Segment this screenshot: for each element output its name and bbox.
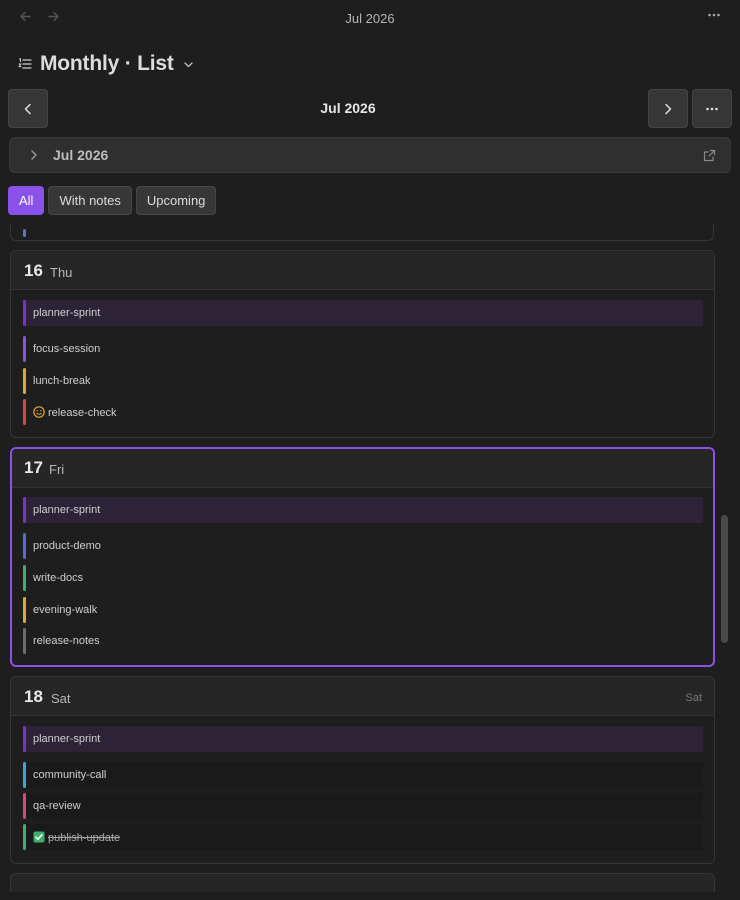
event-item[interactable]: qa-review [23,793,703,819]
event-item[interactable]: release-check [23,399,703,425]
next-period-button[interactable] [648,89,688,128]
day-name-right: Sat [685,692,702,704]
event-item[interactable]: community-call [23,762,703,788]
event-color-bar [23,336,26,362]
day-header[interactable]: 16 Thu [11,251,714,290]
event-item[interactable]: planner-sprint [23,300,703,326]
day-list[interactable]: 16 Thu planner-sprint focus-session lunc… [0,224,740,892]
event-item[interactable]: product-demo [23,533,703,559]
event-title: evening-walk [33,604,98,616]
event-color-bar [23,368,26,394]
event-title: planner-sprint [33,504,101,516]
day-number: 17 [24,458,43,477]
view-options-button[interactable] [692,89,732,128]
chevron-right-icon [665,103,672,114]
window-title: Jul 2026 [345,11,395,26]
event-title: planner-sprint [33,733,101,745]
more-horizontal-icon[interactable] [707,8,721,26]
event-title: qa-review [33,800,81,812]
chevron-down-icon[interactable] [183,59,194,70]
day-header[interactable]: 18 Sat Sat [11,677,714,716]
event-item[interactable]: write-docs [23,565,703,591]
day-card-previous [10,224,714,241]
prev-period-button[interactable] [8,89,48,128]
event-item[interactable]: focus-session [23,336,703,362]
list-ordered-icon [18,58,32,69]
event-color-bar [23,300,26,326]
day-card-next[interactable] [10,873,715,892]
event-color-bar [23,565,26,591]
filter-all-button[interactable]: All [8,186,45,215]
day-card[interactable]: 16 Thu planner-sprint focus-session lunc… [10,250,715,438]
day-card-selected[interactable]: 17 Fri planner-sprint product-demo write… [10,447,715,667]
scrollbar-thumb[interactable] [721,515,728,643]
month-label: Jul 2026 [53,147,109,163]
day-card[interactable]: 18 Sat Sat planner-sprint community-call… [10,676,715,864]
event-color-bar [23,762,26,788]
event-title: focus-session [33,343,101,355]
event-item[interactable]: release-notes [23,628,703,654]
event-color-bar [23,497,26,523]
event-color-bar [23,726,26,752]
view-header[interactable]: Monthly · List [18,50,194,78]
event-item[interactable]: planner-sprint [23,497,703,523]
event-item[interactable]: planner-sprint [23,726,703,752]
check-box-icon [33,831,45,843]
event-item[interactable]: publish-update [23,824,703,850]
external-link-icon[interactable] [703,149,716,162]
event-color-bar [23,628,26,654]
title-bar: Jul 2026 [0,0,740,36]
event-title: release-check [48,407,117,419]
event-color-bar [23,824,26,850]
day-number: 16 [24,261,43,280]
event-title: release-notes [33,635,100,647]
filter-bar: All With notes Upcoming [8,186,217,215]
event-title: publish-update [48,832,121,844]
day-name: Sat [51,691,71,706]
view-title: Monthly · List [40,52,174,75]
more-horizontal-icon [706,107,718,110]
filter-with-notes-button[interactable]: With notes [48,186,132,215]
event-item[interactable]: lunch-break [23,368,703,394]
event-color-bar [23,399,26,425]
month-group-header[interactable]: Jul 2026 [9,137,731,173]
event-title: planner-sprint [33,307,101,319]
event-color-bar [23,597,26,623]
day-header[interactable]: 17 Fri [12,449,713,488]
day-name: Thu [50,265,73,280]
filter-upcoming-button[interactable]: Upcoming [135,186,217,215]
day-number: 18 [24,687,43,706]
smiley-face-icon [33,406,45,418]
event-title: product-demo [33,540,101,552]
event-title: lunch-break [33,375,91,387]
event-item[interactable]: evening-walk [23,597,703,623]
event-color-bar [23,793,26,819]
chevron-left-icon [24,103,31,114]
chevron-right-icon[interactable] [29,149,39,161]
event-color-bar [23,229,26,237]
event-title: write-docs [33,572,84,584]
day-name: Fri [49,462,65,477]
event-title: community-call [33,769,107,781]
period-label: Jul 2026 [320,100,376,116]
event-color-bar [23,533,26,559]
day-header[interactable] [11,874,714,892]
